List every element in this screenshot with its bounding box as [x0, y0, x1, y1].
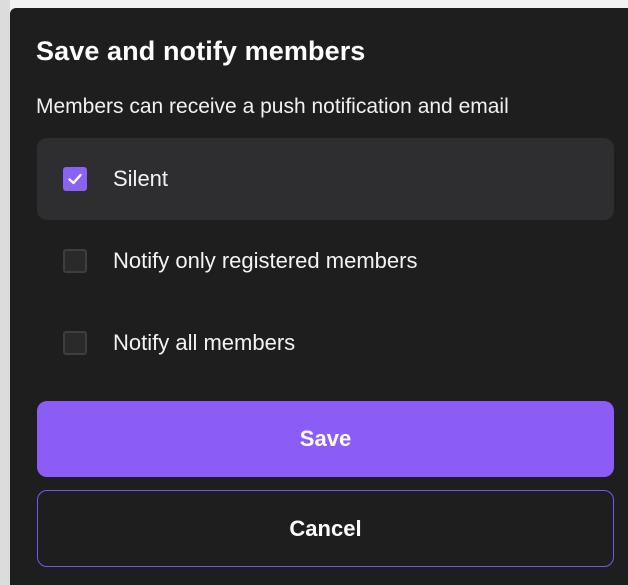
silent-checkbox[interactable] — [63, 167, 87, 191]
save-button[interactable]: Save — [37, 401, 614, 477]
option-notify-all-label: Notify all members — [113, 330, 296, 355]
background-window-edge — [0, 0, 10, 585]
option-silent[interactable]: Silent — [37, 138, 614, 220]
option-notify-all[interactable]: Notify all members — [37, 302, 614, 384]
dialog-subtitle: Members can receive a push notification … — [36, 95, 509, 118]
notify-all-checkbox[interactable] — [63, 331, 87, 355]
cancel-button[interactable]: Cancel — [37, 490, 614, 567]
notify-options-list: Silent Notify only registered members No… — [37, 138, 614, 384]
option-silent-label: Silent — [113, 166, 169, 191]
check-icon — [68, 173, 82, 185]
notify-registered-checkbox[interactable] — [63, 249, 87, 273]
option-notify-registered[interactable]: Notify only registered members — [37, 220, 614, 302]
option-notify-registered-label: Notify only registered members — [113, 248, 418, 273]
dialog-title: Save and notify members — [36, 36, 366, 66]
save-notify-dialog: Save and notify members Members can rece… — [10, 8, 628, 585]
